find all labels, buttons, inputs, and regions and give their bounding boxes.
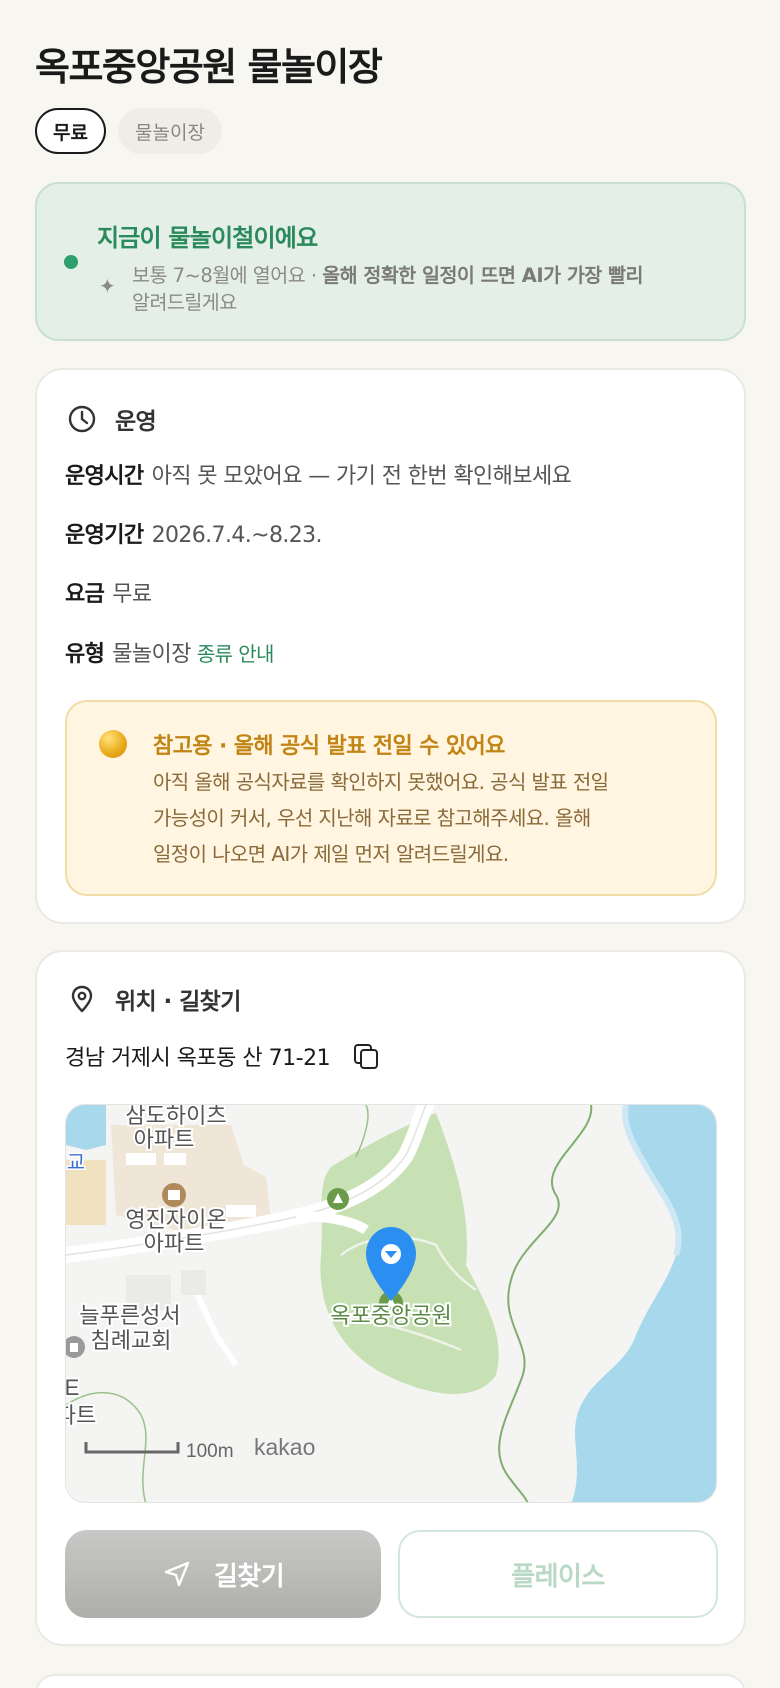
notice-line-1: 아직 올해 공식자료를 확인하지 못했어요. 공식 발표 전일 <box>153 770 609 794</box>
place-button[interactable]: 플레이스 <box>398 1530 718 1618</box>
location-title: 위치 · 길찾기 <box>115 989 241 1015</box>
page-title: 옥포중앙공원 물놀이장 <box>35 45 383 89</box>
type-guide-link[interactable]: 종류 안내 <box>197 642 275 666</box>
address-row: 경남 거제시 옥포동 산 71-21 <box>65 1040 380 1072</box>
operation-card: 운영 운영시간 아직 못 모았어요 — 가기 전 한번 확인해보세요 운영기간 20… <box>35 368 746 924</box>
map-label-park: 옥포중앙공원 <box>330 1303 451 1328</box>
hours-row: 운영시간 아직 못 모았어요 — 가기 전 한번 확인해보세요 <box>65 458 572 490</box>
period-row: 운영기간 2026.7.4.~8.23. <box>65 517 323 549</box>
address-text: 경남 거제시 옥포동 산 71-21 <box>65 1046 331 1071</box>
place-button-label: 플레이스 <box>511 1561 605 1592</box>
map-label-samdo-1: 삼도하이츠 <box>125 1105 226 1128</box>
type-label: 유형 <box>65 642 105 667</box>
hours-value: 아직 못 모았어요 — 가기 전 한번 확인해보세요 <box>151 464 572 489</box>
map-label-church-2: 침례교회 <box>91 1328 172 1353</box>
reference-notice: 참고용 · 올해 공식 발표 전일 수 있어요 아직 올해 공식자료를 확인하지… <box>65 700 717 896</box>
type-row: 유형 물놀이장 종류 안내 <box>65 636 274 668</box>
operation-header: 운영 <box>67 402 157 436</box>
notice-line-2: 가능성이 커서, 우선 지난해 자료로 참고해주세요. 올해 <box>153 806 591 830</box>
sparkle-icon: ✦ <box>99 274 116 298</box>
navigation-arrow-icon <box>164 1561 190 1587</box>
season-desc-bold: 올해 정확한 일정이 뜨면 AI가 가장 빨리 <box>322 264 643 287</box>
notice-line-3: 일정이 나오면 AI가 제일 먼저 알려드릴게요. <box>153 842 509 866</box>
route-button[interactable]: 길찾기 <box>65 1530 381 1618</box>
tag-type: 물놀이장 <box>118 108 222 154</box>
map-brand: kakao <box>254 1434 315 1460</box>
tag-free: 무료 <box>35 108 106 154</box>
map-label-samdo-2: 아파트 <box>134 1127 195 1152</box>
map-view[interactable]: 삼도하이츠 아파트 영진자이온 아파트 늘푸른성서 침례교회 E 파트 옥포중앙… <box>65 1104 717 1503</box>
map-label-church-1: 늘푸른성서 <box>79 1303 180 1328</box>
map-scale: 100m <box>186 1441 234 1462</box>
copy-icon[interactable] <box>352 1042 380 1070</box>
location-header: 위치 · 길찾기 <box>67 982 241 1016</box>
clock-icon <box>68 405 96 433</box>
hours-label: 운영시간 <box>65 464 144 489</box>
location-pin-icon <box>71 985 93 1013</box>
notice-body: 아직 올해 공식자료를 확인하지 못했어요. 공식 발표 전일 가능성이 커서,… <box>153 764 693 872</box>
season-desc-normal: 보통 7~8월에 열어요 · <box>132 264 323 287</box>
map-label-yeongjin-2: 아파트 <box>144 1231 205 1256</box>
map-label-school: 교 <box>67 1152 85 1174</box>
map-label-yeongjin-1: 영진자이온 <box>125 1207 226 1232</box>
location-card: 위치 · 길찾기 경남 거제시 옥포동 산 71-21 삼도하이츠 아파트 영진… <box>35 950 746 1646</box>
fee-value: 무료 <box>112 582 152 607</box>
fee-row: 요금 무료 <box>65 576 152 608</box>
period-value: 2026.7.4.~8.23. <box>151 523 323 548</box>
season-description: 보통 7~8월에 열어요 · 올해 정확한 일정이 뜨면 AI가 가장 빨리 알… <box>132 262 722 316</box>
map-canvas[interactable]: 삼도하이츠 아파트 영진자이온 아파트 늘푸른성서 침례교회 E 파트 옥포중앙… <box>66 1105 717 1503</box>
notice-title: 참고용 · 올해 공식 발표 전일 수 있어요 <box>153 734 505 759</box>
season-banner: 지금이 물놀이철이에요 ✦ 보통 7~8월에 열어요 · 올해 정확한 일정이 … <box>35 182 746 341</box>
status-dot-icon <box>64 255 78 269</box>
operation-title: 운영 <box>115 409 157 435</box>
season-desc-tail: 알려드릴게요 <box>132 291 237 314</box>
next-card <box>35 1674 746 1688</box>
fee-label: 요금 <box>65 582 105 607</box>
sun-icon <box>99 730 127 758</box>
map-label-partial-1: E <box>66 1375 79 1400</box>
period-label: 운영기간 <box>65 523 144 548</box>
map-label-partial-2: 파트 <box>66 1403 96 1428</box>
route-button-label: 길찾기 <box>213 1561 285 1592</box>
season-title: 지금이 물놀이철이에요 <box>97 224 318 252</box>
type-value: 물놀이장 <box>112 642 191 667</box>
